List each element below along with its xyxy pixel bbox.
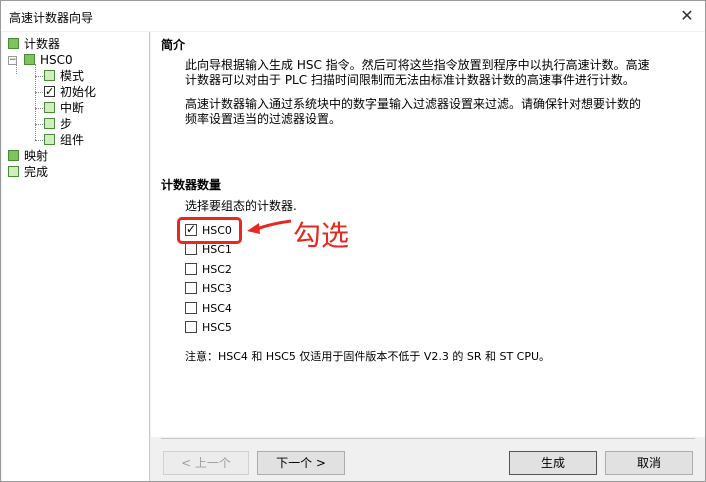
hsc5-label: HSC5 [202,321,232,334]
filter-text: 高速计数器输入通过系统块中的数字量输入过滤器设置来过滤。请确保针对想要计数的 频… [185,97,641,127]
tree-item-label: 映射 [24,149,49,163]
annotation-arrow-icon [247,219,292,234]
tree-item-label: 完成 [24,165,49,179]
incomplete-status-icon [8,166,19,177]
hsc3-checkbox[interactable] [185,282,197,294]
incomplete-status-icon [44,102,55,113]
hsc2-checkbox[interactable] [185,263,197,275]
tree-connector [35,76,43,77]
complete-status-icon [8,150,19,161]
hsc4-checkbox[interactable] [185,302,197,314]
title-bar: 高速计数器向导 ✕ [1,1,705,31]
wizard-nav-tree: 计数器 − HSC0 模式 初始化 中断 步 组件 映射 [2,32,150,481]
tree-item-label: 中断 [60,101,85,115]
generate-button[interactable]: 生成 [509,451,597,475]
hsc5-checkbox[interactable] [185,321,197,333]
tree-item-label: 初始化 [60,85,97,99]
counter-count-heading: 计数器数量 [161,178,222,192]
incomplete-status-icon [44,70,55,81]
hsc4-label: HSC4 [202,302,232,315]
collapse-icon[interactable]: − [8,56,17,65]
annotation-highlight-box [177,217,242,244]
select-prompt: 选择要组态的计数器. [185,199,297,213]
tree-connector [35,92,43,93]
complete-status-icon [24,54,35,65]
intro-line: 此向导根据输入生成 HSC 指令。然后可将这些指令放置到程序中以执行高速计数。高… [185,58,650,72]
complete-status-icon [8,38,19,49]
hsc1-label: HSC1 [202,243,232,256]
window-title: 高速计数器向导 [9,11,94,25]
intro-line: 计数器可以对由于 PLC 扫描时间限制而无法由标准计数器计数的高速事件进行计数。 [185,73,635,87]
button-divider [161,438,695,439]
tree-item-label: 模式 [60,69,85,83]
tree-item-label: HSC0 [40,53,73,67]
hsc1-checkbox[interactable] [185,243,197,255]
tree-item-label: 步 [60,117,73,131]
incomplete-status-icon [44,134,55,145]
filter-line: 高速计数器输入通过系统块中的数字量输入过滤器设置来过滤。请确保针对想要计数的 [185,97,642,111]
cancel-button[interactable]: 取消 [605,451,693,475]
intro-text: 此向导根据输入生成 HSC 指令。然后可将这些指令放置到程序中以执行高速计数。高… [185,58,650,88]
tree-item-label: 组件 [60,133,85,147]
annotation-text: 勾选 [293,219,350,252]
tree-item-label: 计数器 [24,37,61,51]
incomplete-status-icon [44,118,55,129]
close-button[interactable]: ✕ [677,6,697,26]
hsc2-label: HSC2 [202,263,232,276]
hsc3-label: HSC3 [202,282,232,295]
tree-connector [35,140,43,141]
filter-line: 频率设置适当的过滤器设置。 [185,112,342,126]
checkmark-icon [44,84,55,100]
next-button[interactable]: 下一个 > [257,451,345,475]
tree-connector [35,108,43,109]
intro-heading: 简介 [161,38,186,52]
firmware-note: 注意：HSC4 和 HSC5 仅适用于固件版本不低于 V2.3 的 SR 和 S… [185,350,551,363]
tree-connector [35,124,43,125]
wizard-window: 高速计数器向导 ✕ 计数器 − HSC0 模式 初始化 中 [0,0,706,482]
prev-button[interactable]: < 上一个 [163,451,249,475]
